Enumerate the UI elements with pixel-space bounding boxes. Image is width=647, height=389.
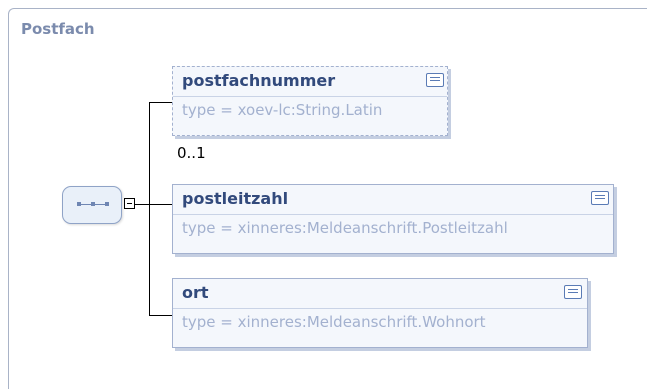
element-type: type = xinneres:Meldeanschrift.Postleitz… [182, 219, 508, 237]
element-name: ort [182, 283, 209, 302]
element-type: type = xinneres:Meldeanschrift.Wohnort [182, 313, 486, 331]
connector-trunk [149, 102, 150, 315]
connector-stub [135, 204, 149, 205]
connector-branch-2 [149, 204, 172, 205]
collapse-minus-icon[interactable] [124, 198, 135, 209]
element-type: type = xoev-lc:String.Latin [182, 101, 383, 119]
occurrence-label: 0..1 [177, 144, 206, 162]
element-header: postfachnummer [173, 67, 447, 97]
element-postfachnummer[interactable]: postfachnummer type = xoev-lc:String.Lat… [172, 66, 448, 136]
documentation-icon[interactable] [564, 285, 582, 299]
element-name: postleitzahl [182, 189, 289, 208]
diagram-title: Postfach [21, 20, 95, 38]
element-header: ort [173, 279, 587, 309]
connector-branch-1 [149, 102, 172, 103]
documentation-icon[interactable] [426, 73, 444, 87]
documentation-icon[interactable] [591, 191, 609, 205]
sequence-compositor[interactable] [62, 186, 122, 224]
element-name: postfachnummer [182, 71, 336, 90]
element-ort[interactable]: ort type = xinneres:Meldeanschrift.Wohno… [172, 278, 588, 348]
element-header: postleitzahl [173, 185, 613, 215]
element-postleitzahl[interactable]: postleitzahl type = xinneres:Meldeanschr… [172, 184, 614, 254]
connector-branch-3 [149, 315, 172, 316]
